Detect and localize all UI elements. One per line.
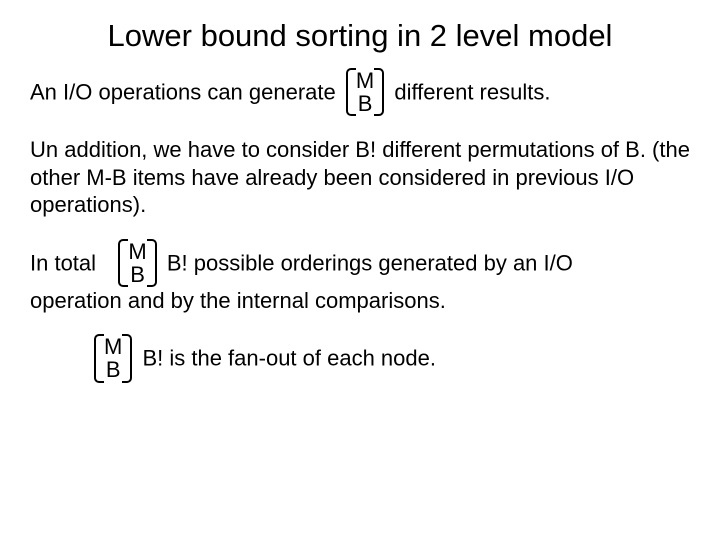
slide-body: An I/O operations can generate M B diffe… [30, 68, 690, 383]
paragraph-1: An I/O operations can generate M B diffe… [30, 68, 690, 116]
p3-text-b: B! possible orderings generated by an I/… [167, 250, 573, 275]
paragraph-3: In total M B B! possible orderings gener… [30, 239, 690, 315]
binom-bot: B [128, 263, 146, 286]
binomial-icon: M B [118, 239, 156, 287]
p1-text-a: An I/O operations can generate [30, 79, 336, 104]
binomial-icon: M B [346, 68, 384, 116]
binom-bot: B [104, 358, 122, 381]
p3-text-a: In total [30, 250, 96, 275]
p4-text: B! is the fan-out of each node. [142, 346, 436, 371]
slide: Lower bound sorting in 2 level model An … [0, 0, 720, 540]
slide-title: Lower bound sorting in 2 level model [30, 18, 690, 54]
binom-top: M [128, 240, 146, 263]
paragraph-2: Un addition, we have to consider B! diff… [30, 136, 690, 219]
binom-bot: B [356, 92, 374, 115]
binomial-icon: M B [94, 334, 132, 382]
binom-top: M [104, 335, 122, 358]
paragraph-4: M B B! is the fan-out of each node. [30, 334, 690, 382]
binom-top: M [356, 69, 374, 92]
p1-text-b: different results. [394, 79, 550, 104]
p3-text-c: operation and by the internal comparison… [30, 287, 690, 315]
